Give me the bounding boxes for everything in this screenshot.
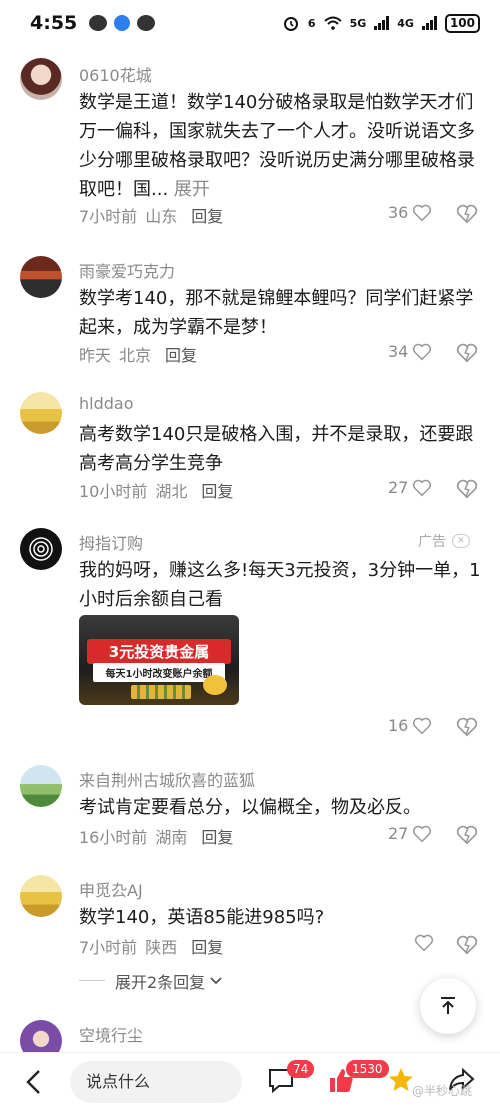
like-count: 27 [388, 478, 409, 497]
avatar[interactable] [20, 765, 62, 807]
comment-text[interactable]: 高考数学140只是破格入围，并不是录取，还要跟高考高分学生竞争 [79, 420, 484, 478]
comment-time: 10小时前 [79, 482, 148, 501]
comment-username[interactable]: 雨豪爱巧克力 [79, 258, 175, 282]
comment-time: 16小时前 [79, 828, 148, 847]
like-button[interactable]: 27 [388, 824, 432, 843]
wifi-generation-label: 6 [307, 16, 316, 30]
status-time: 4:55 [30, 12, 78, 34]
like-count: 34 [388, 342, 409, 361]
like-count: 16 [388, 716, 409, 735]
ad-label: 广告 ✕ [418, 531, 470, 551]
expand-link[interactable]: 展开 [174, 179, 210, 200]
coin-stack-graphic [131, 685, 191, 699]
comment-meta: 7小时前 山东 回复 [79, 203, 231, 227]
comment-username[interactable]: hlddao [79, 394, 134, 413]
avatar[interactable] [20, 875, 62, 917]
like-button[interactable]: 36 [388, 203, 432, 222]
ad-image-title: 3元投资贵金属 [87, 639, 231, 664]
comment-location: 湖北 [155, 482, 188, 501]
comment-location: 北京 [119, 346, 152, 365]
reply-button[interactable]: 回复 [165, 346, 197, 365]
comment-input[interactable]: 说点什么 [70, 1061, 242, 1103]
comment-body: 数学是王道！数学140分破格录取是怕数学天才们万一偏科，国家就失去了一个人才。没… [79, 92, 475, 200]
like-count: 36 [388, 203, 409, 222]
reply-button[interactable]: 回复 [201, 482, 233, 501]
heart-icon [414, 934, 434, 952]
comment-time: 7小时前 [79, 938, 138, 957]
reply-button[interactable]: 回复 [191, 938, 223, 957]
heart-icon [413, 825, 432, 842]
avatar[interactable] [20, 256, 62, 298]
status-bar: 4:55 6 5G 4G 100 [0, 0, 500, 46]
like-count: 27 [388, 824, 409, 843]
message-icon [137, 15, 156, 31]
comment-location: 山东 [145, 207, 178, 226]
avatar[interactable] [20, 528, 62, 570]
like-button[interactable]: 34 [388, 342, 432, 361]
dislike-heart-icon[interactable] [456, 824, 478, 846]
reply-button[interactable]: 回复 [191, 207, 223, 226]
dislike-heart-icon[interactable] [456, 203, 478, 225]
notification-icons [89, 15, 156, 31]
heart-icon [413, 204, 432, 221]
alarm-icon [283, 17, 298, 31]
app-notification-icon [114, 15, 131, 31]
ad-close-button[interactable]: ✕ [452, 534, 470, 548]
fingerprint-icon [29, 537, 53, 561]
comment-username[interactable]: 申觅厹AJ [79, 877, 143, 901]
reply-button[interactable]: 回复 [201, 828, 233, 847]
dislike-heart-icon[interactable] [456, 716, 478, 738]
like-button[interactable]: 27 [388, 478, 432, 497]
like-count-badge: 1530 [346, 1060, 389, 1078]
chevron-down-icon [210, 977, 222, 985]
comment-location: 湖南 [155, 828, 188, 847]
dislike-heart-icon[interactable] [456, 342, 478, 364]
comment-location: 陕西 [145, 938, 178, 957]
watermark: @半秒心跳 [412, 1084, 473, 1098]
comment-text[interactable]: 我的妈呀，赚这么多!每天3元投资，3分钟一单，1小时后余额自己看 [79, 556, 484, 614]
heart-icon [413, 717, 432, 734]
expand-replies-label: 展开2条回复 [115, 973, 206, 992]
comment-username[interactable]: 空境行尘 [79, 1022, 143, 1046]
back-icon[interactable] [20, 1067, 50, 1097]
network-5g-label: 5G [349, 16, 367, 30]
comment-meta: 16小时前 湖南 回复 [79, 824, 241, 848]
comment-meta: 7小时前 陕西 回复 [79, 934, 231, 958]
heart-icon [413, 479, 432, 496]
dislike-heart-icon[interactable] [456, 478, 478, 500]
avatar[interactable] [20, 392, 62, 434]
ad-image[interactable]: 3元投资贵金属 每天1小时改变账户余额 [79, 615, 239, 705]
comment-username[interactable]: 0610花城 [79, 62, 152, 86]
comment-text[interactable]: 考试肯定要看总分，以偏概全，物及必反。 [79, 793, 484, 822]
comment-time: 7小时前 [79, 207, 138, 226]
status-indicators: 6 5G 4G 100 [282, 13, 480, 33]
like-button[interactable]: 16 [388, 716, 432, 735]
comment-username[interactable]: 来自荆州古城欣喜的蓝狐 [79, 767, 255, 791]
dislike-heart-icon[interactable] [456, 934, 478, 956]
heart-icon [413, 343, 432, 360]
comment-meta: 昨天 北京 回复 [79, 342, 205, 366]
scroll-top-icon [441, 997, 455, 1014]
wechat-icon [89, 15, 108, 31]
comment-time: 昨天 [79, 346, 112, 365]
expand-replies-divider [79, 980, 105, 981]
comment-meta: 10小时前 湖北 回复 [79, 478, 241, 502]
wifi-icon [323, 16, 342, 30]
scroll-top-button[interactable] [420, 978, 476, 1034]
battery-icon: 100 [444, 13, 480, 33]
avatar[interactable] [20, 58, 62, 100]
comment-text[interactable]: 数学考140，那不就是锦鲤本鲤吗？同学们赶紧学起来，成为学霸不是梦！ [79, 284, 484, 342]
comment-text[interactable]: 数学是王道！数学140分破格录取是怕数学天才们万一偏科，国家就失去了一个人才。没… [79, 88, 484, 204]
signal-icon [374, 16, 390, 30]
ad-label-text: 广告 [418, 534, 446, 550]
expand-replies-button[interactable]: 展开2条回复 [115, 969, 223, 993]
comment-text[interactable]: 数学140，英语85能进985吗? [79, 903, 484, 932]
comment-username[interactable]: 拇指订购 [79, 530, 143, 554]
signal-icon-2 [421, 16, 437, 30]
piggy-bank-icon [203, 675, 227, 695]
comment-count-badge: 74 [287, 1060, 315, 1078]
network-4g-label: 4G [397, 16, 414, 30]
like-button[interactable] [414, 934, 434, 952]
